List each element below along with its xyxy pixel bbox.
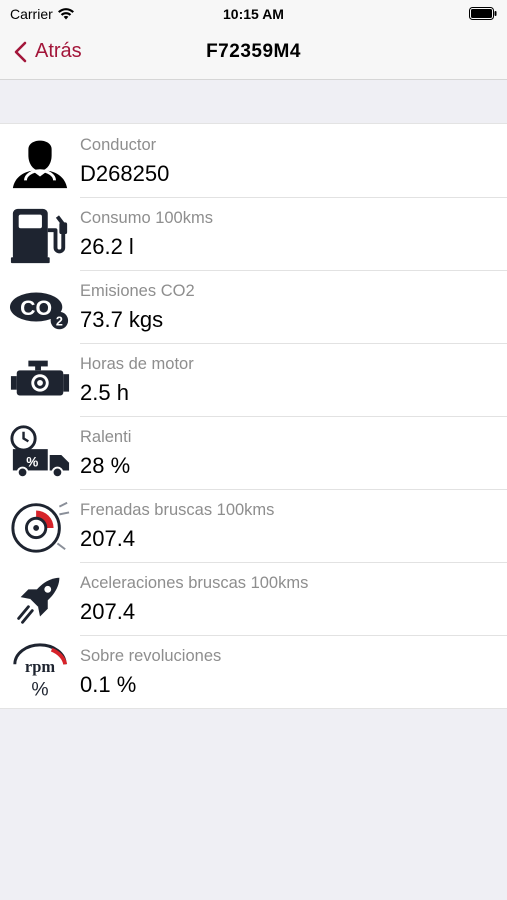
navigation-bar: Atrás F72359M4 (0, 27, 507, 80)
metric-value: 0.1 % (80, 672, 137, 697)
list-item: Consumo 100kms 26.2 l (0, 197, 507, 270)
idle-truck-icon: % (10, 424, 70, 478)
metric-label: Ralenti (80, 428, 132, 446)
list-item: Conductor D268250 (0, 124, 507, 197)
status-bar: Carrier 10:15 AM (0, 0, 507, 27)
metric-label: Emisiones CO2 (80, 282, 195, 300)
metric-label: Sobre revoluciones (80, 647, 222, 665)
status-time: 10:15 AM (223, 6, 284, 22)
metric-label: Aceleraciones bruscas 100kms (80, 574, 309, 592)
metric-value: 207.4 (80, 526, 136, 551)
fuel-pump-icon (10, 208, 68, 263)
metric-value: D268250 (80, 161, 170, 186)
list-item: Frenadas bruscas 100kms 207.4 (0, 489, 507, 562)
metric-label: Frenadas bruscas 100kms (80, 501, 275, 519)
metric-label: Consumo 100kms (80, 209, 213, 227)
rocket-icon (17, 577, 60, 624)
svg-text:%: % (26, 454, 38, 469)
list-item: rpm % Sobre revoluciones 0.1 % (0, 635, 507, 708)
driver-icon (12, 140, 68, 188)
metrics-list: Conductor D268250 Consumo 100kms 26.2 l … (0, 123, 507, 709)
list-item: CO 2 Emisiones CO2 73.7 kgs (0, 270, 507, 343)
svg-text:2: 2 (56, 314, 63, 328)
metric-label: Conductor (80, 136, 157, 154)
battery-icon (469, 7, 497, 20)
svg-text:rpm: rpm (25, 657, 55, 676)
metric-label: Horas de motor (80, 355, 194, 373)
svg-text:CO: CO (20, 295, 52, 319)
metric-value: 73.7 kgs (80, 307, 164, 332)
metric-value: 207.4 (80, 599, 136, 624)
list-item: % Ralenti 28 % (0, 416, 507, 489)
metric-value: 28 % (80, 453, 131, 478)
co2-icon: CO 2 (9, 291, 69, 329)
page-title: F72359M4 (206, 41, 301, 62)
svg-text:%: % (31, 678, 48, 700)
rpm-gauge-icon: rpm % (13, 642, 68, 700)
metric-value: 2.5 h (80, 380, 129, 405)
brake-disc-icon (11, 501, 70, 553)
metric-value: 26.2 l (80, 234, 134, 259)
list-item: Horas de motor 2.5 h (0, 343, 507, 416)
list-item: Aceleraciones bruscas 100kms 207.4 (0, 562, 507, 635)
engine-icon (10, 360, 70, 395)
